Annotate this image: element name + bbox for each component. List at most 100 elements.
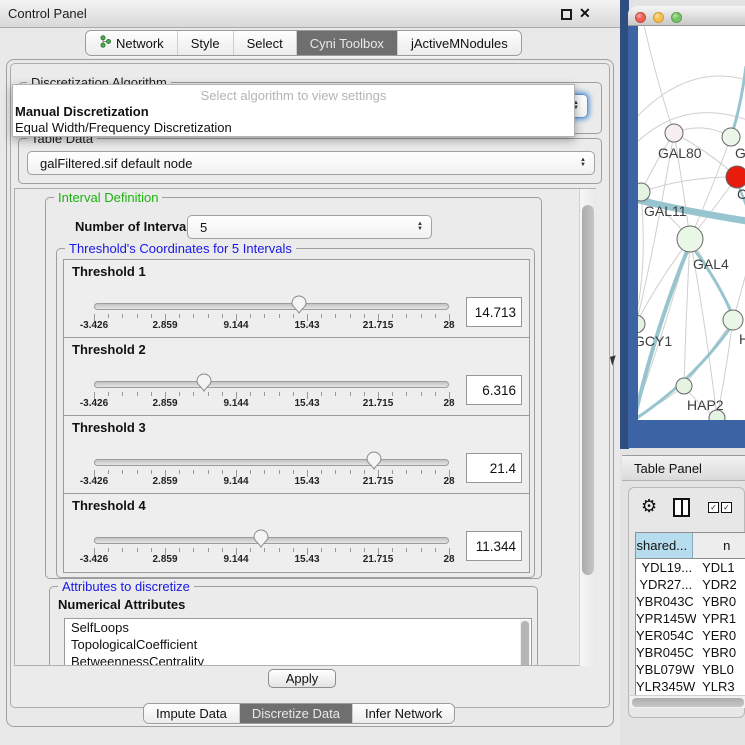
attributes-group: Attributes to discretize Numerical Attri… xyxy=(49,586,538,666)
tab-label: Discretize Data xyxy=(252,706,340,721)
node-label: GCY1 xyxy=(638,333,672,349)
attributes-list[interactable]: SelfLoopsTopologicalCoefficientBetweenne… xyxy=(64,618,532,666)
horizontal-scrollbar-track[interactable] xyxy=(630,695,745,708)
tick-mark xyxy=(279,548,280,552)
tab-select[interactable]: Select xyxy=(233,31,296,55)
network-node-gcy1[interactable] xyxy=(638,315,645,333)
tick-label: -3.426 xyxy=(80,476,108,487)
popup-item-equal-width-frequency[interactable]: Equal Width/Frequency Discretization xyxy=(15,120,232,136)
network-node-hap2[interactable] xyxy=(676,378,692,394)
tick-mark xyxy=(250,314,251,318)
tick-mark xyxy=(151,392,152,396)
network-window-titlebar[interactable] xyxy=(628,6,745,26)
apply-button[interactable]: Apply xyxy=(268,669,336,688)
attribute-list-item[interactable]: BetweennessCentrality xyxy=(65,653,531,666)
tick-mark xyxy=(222,314,223,318)
table-row[interactable]: YDL19...YDL1 xyxy=(636,559,745,576)
close-icon[interactable]: ✕ xyxy=(579,5,591,22)
network-node-h[interactable] xyxy=(723,310,743,330)
tab-infer-network[interactable]: Infer Network xyxy=(352,704,454,723)
column-header-shared-name[interactable]: shared... xyxy=(636,533,693,558)
tab-network[interactable]: Network xyxy=(86,31,177,55)
tick-mark xyxy=(108,470,109,474)
threshold-value-field[interactable]: 11.344 xyxy=(466,531,522,561)
tick-mark xyxy=(208,392,209,396)
gear-icon[interactable]: ⚙ xyxy=(641,496,657,517)
table-row[interactable]: YDR27...YDR2 xyxy=(636,576,745,593)
tick-label: 28 xyxy=(443,476,454,487)
threshold-value-field[interactable]: 21.4 xyxy=(466,453,522,483)
popup-item-manual-discretization[interactable]: Manual Discretization xyxy=(15,104,149,120)
table-panel-title: Table Panel xyxy=(634,461,702,476)
tab-jactivemnodules[interactable]: jActiveMNodules xyxy=(397,31,521,55)
attribute-list-item[interactable]: SelfLoops xyxy=(65,619,531,636)
tick-mark xyxy=(421,392,422,396)
cell-name: YDR2 xyxy=(696,576,745,593)
close-light[interactable] xyxy=(635,12,646,23)
cell-shared-name: YPR145W xyxy=(636,610,696,627)
combo-stepper-icon[interactable]: ▲▼ xyxy=(417,222,423,232)
cell-name: YLR3 xyxy=(696,678,745,695)
slider-thumb[interactable] xyxy=(291,295,307,314)
slider-track[interactable] xyxy=(94,303,449,310)
slider-track[interactable] xyxy=(94,381,449,388)
slider-track[interactable] xyxy=(94,459,449,466)
slider-thumb[interactable] xyxy=(366,451,382,470)
tab-style[interactable]: Style xyxy=(177,31,233,55)
horizontal-scrollbar-thumb[interactable] xyxy=(632,698,744,707)
slider-thumb[interactable] xyxy=(196,373,212,392)
table-row[interactable]: YPR145WYPR1 xyxy=(636,610,745,627)
network-node-gal80[interactable] xyxy=(665,124,683,142)
column-header-name[interactable]: n xyxy=(693,533,745,558)
cell-shared-name: YER054C xyxy=(636,627,696,644)
checkbox-icon[interactable]: ✓ xyxy=(721,502,732,513)
network-edge[interactable] xyxy=(643,26,674,133)
table-data-combobox[interactable]: galFiltered.sif default node ▲▼ xyxy=(27,151,595,175)
tick-mark xyxy=(350,548,351,552)
interval-definition-group: Interval Definition Number of Intervals … xyxy=(45,197,542,579)
checkbox-icon[interactable]: ✓ xyxy=(708,502,719,513)
tick-label: 28 xyxy=(443,554,454,565)
zoom-light[interactable] xyxy=(671,12,682,23)
threshold-value-field[interactable]: 14.713 xyxy=(466,297,522,327)
tick-mark xyxy=(151,470,152,474)
split-column-icon[interactable] xyxy=(673,498,690,517)
table-row[interactable]: YBR043CYBR0 xyxy=(636,593,745,610)
slider-track[interactable] xyxy=(94,537,449,544)
float-window-icon[interactable] xyxy=(561,9,572,20)
combo-stepper-icon[interactable]: ▲▼ xyxy=(580,158,586,168)
tab-impute-data[interactable]: Impute Data xyxy=(144,704,239,723)
tick-mark xyxy=(179,392,180,396)
table-data-selected-value: galFiltered.sif default node xyxy=(40,156,192,171)
table-row[interactable]: YER054CYER0 xyxy=(636,627,745,644)
threshold-panels: Threshold 1-3.4262.8599.14415.4321.71528… xyxy=(63,259,530,573)
thresholds-group: Threshold's Coordinates for 5 Intervals … xyxy=(56,248,535,578)
tick-mark xyxy=(293,470,294,474)
network-node-g[interactable] xyxy=(722,128,740,146)
vertical-scrollbar-thumb[interactable] xyxy=(582,205,594,575)
tick-mark xyxy=(250,470,251,474)
tick-mark xyxy=(392,548,393,552)
tick-label: 15.43 xyxy=(294,320,319,331)
slider-thumb[interactable] xyxy=(253,529,269,548)
table-row[interactable]: YBR045CYBR0 xyxy=(636,644,745,661)
tab-cyni-toolbox[interactable]: Cyni Toolbox xyxy=(296,31,397,55)
tick-label: 9.144 xyxy=(223,398,248,409)
tick-label: 15.43 xyxy=(294,398,319,409)
threshold-value-field[interactable]: 6.316 xyxy=(466,375,522,405)
minimize-light[interactable] xyxy=(653,12,664,23)
number-of-intervals-combobox[interactable]: 5 ▲▼ xyxy=(187,215,432,239)
tick-label: 21.715 xyxy=(363,320,394,331)
tick-mark xyxy=(264,548,265,552)
attributes-list-scrollbar[interactable] xyxy=(520,620,530,666)
tab-discretize-data[interactable]: Discretize Data xyxy=(239,704,352,723)
attribute-list-item[interactable]: TopologicalCoefficient xyxy=(65,636,531,653)
table-row[interactable]: YLR345WYLR3 xyxy=(636,678,745,695)
network-node-c[interactable] xyxy=(726,166,745,188)
network-edge[interactable] xyxy=(641,177,737,192)
network-node-gal4[interactable] xyxy=(677,226,703,252)
table-row[interactable]: YBL079WYBL0 xyxy=(636,661,745,678)
node-label: GAL80 xyxy=(658,145,702,161)
network-canvas[interactable]: GAL80GCGAL11GAL4GCY1HHAP2 xyxy=(638,26,745,420)
network-view-window[interactable]: GAL80GCGAL11GAL4GCY1HHAP2 xyxy=(628,6,745,448)
